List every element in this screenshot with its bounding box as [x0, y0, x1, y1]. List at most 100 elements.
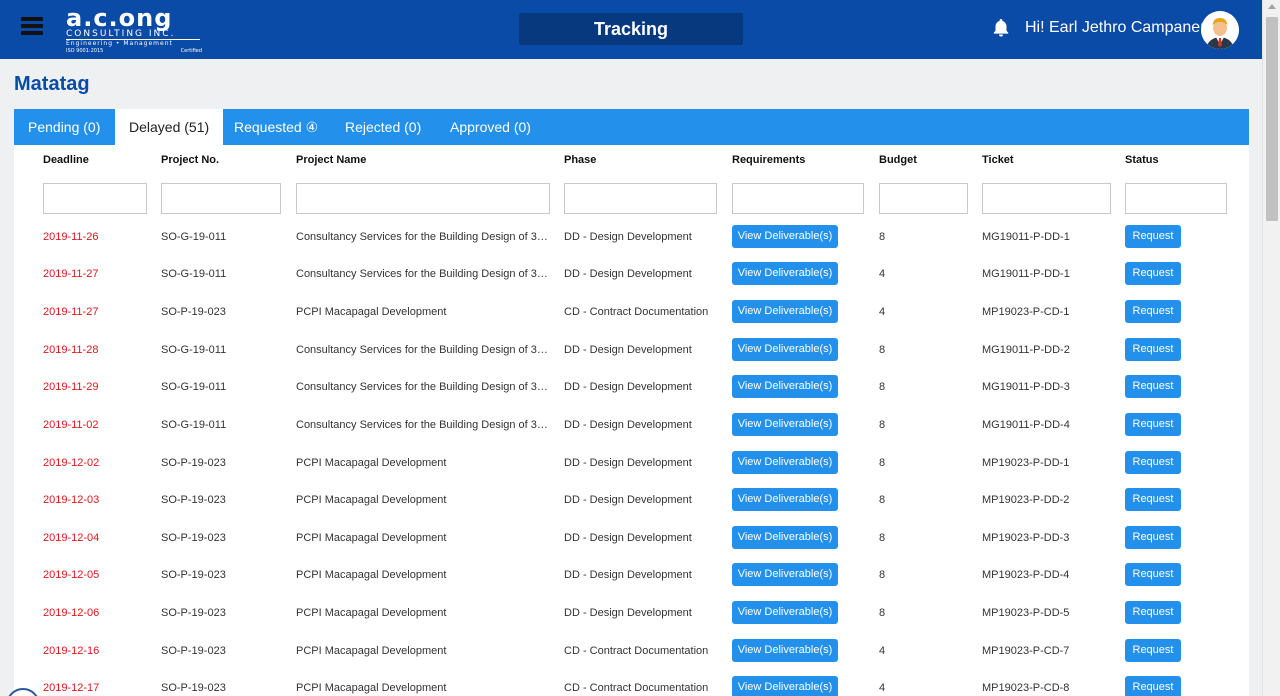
logo-line2: CONSULTING INC. [66, 29, 200, 40]
col-header-deadline[interactable]: Deadline [43, 154, 89, 166]
logo-line1: a.c.ong [66, 4, 173, 32]
request-button[interactable]: Request [1125, 451, 1181, 474]
row-ticket: MP19023-P-DD-5 [982, 607, 1070, 619]
row-ticket: MP19023-P-CD-8 [982, 682, 1070, 694]
tab-delayed[interactable]: Delayed (51) [115, 109, 224, 145]
row-ticket: MP19023-P-DD-3 [982, 532, 1070, 544]
page-title-pill: Tracking [519, 13, 743, 45]
view-deliverables-button[interactable]: View Deliverable(s) [732, 375, 838, 398]
row-project-name: PCPI Macapagal Development [296, 494, 447, 506]
col-header-project-name[interactable]: Project Name [296, 154, 366, 166]
request-button[interactable]: Request [1125, 262, 1181, 285]
view-deliverables-button[interactable]: View Deliverable(s) [732, 338, 838, 361]
request-button[interactable]: Request [1125, 413, 1181, 436]
row-project-no: SO-P-19-023 [161, 457, 226, 469]
col-header-project-no[interactable]: Project No. [161, 154, 219, 166]
row-budget: 8 [879, 419, 886, 431]
filter-project-name-input[interactable] [296, 183, 550, 214]
view-deliverables-button[interactable]: View Deliverable(s) [732, 526, 838, 549]
tab-rejected[interactable]: Rejected (0) [331, 109, 435, 145]
row-budget: 4 [879, 306, 886, 318]
scroll-up-arrow-icon[interactable] [1268, 4, 1276, 9]
view-deliverables-button[interactable]: View Deliverable(s) [732, 225, 838, 248]
view-deliverables-button[interactable]: View Deliverable(s) [732, 676, 838, 696]
logo-certified: Certified [180, 48, 202, 54]
row-budget: 8 [879, 344, 886, 356]
row-ticket: MG19011-P-DD-1 [982, 231, 1070, 243]
row-project-no: SO-P-19-023 [161, 569, 226, 581]
row-budget: 8 [879, 457, 886, 469]
user-greeting[interactable]: Hi! Earl Jethro Campaner [1025, 18, 1206, 38]
row-deadline: 2019-12-05 [43, 569, 100, 581]
request-button[interactable]: Request [1125, 225, 1181, 248]
row-deadline: 2019-11-26 [43, 231, 99, 243]
vertical-scrollbar[interactable] [1262, 0, 1280, 696]
col-header-requirements[interactable]: Requirements [732, 154, 805, 166]
row-project-no: SO-P-19-023 [161, 607, 226, 619]
view-deliverables-button[interactable]: View Deliverable(s) [732, 488, 838, 511]
row-phase: DD - Design Development [564, 344, 692, 356]
row-budget: 8 [879, 569, 886, 581]
view-deliverables-button[interactable]: View Deliverable(s) [732, 639, 838, 662]
row-project-no: SO-P-19-023 [161, 532, 226, 544]
row-phase: CD - Contract Documentation [564, 645, 709, 657]
request-button[interactable]: Request [1125, 300, 1181, 323]
col-header-budget[interactable]: Budget [879, 154, 917, 166]
tab-pending[interactable]: Pending (0) [14, 109, 114, 145]
bell-icon[interactable] [992, 18, 1010, 38]
filter-status-input[interactable] [1125, 183, 1227, 214]
view-deliverables-button[interactable]: View Deliverable(s) [732, 563, 838, 586]
row-deadline: 2019-11-27 [43, 306, 99, 318]
request-button[interactable]: Request [1125, 526, 1181, 549]
row-deadline: 2019-12-06 [43, 607, 100, 619]
row-phase: DD - Design Development [564, 494, 692, 506]
request-button[interactable]: Request [1125, 601, 1181, 624]
row-phase: DD - Design Development [564, 231, 692, 243]
top-bar: a.c.ong CONSULTING INC. Engineering • Ma… [0, 0, 1262, 59]
view-deliverables-button[interactable]: View Deliverable(s) [732, 413, 838, 436]
request-button[interactable]: Request [1125, 375, 1181, 398]
row-project-name: PCPI Macapagal Development [296, 306, 447, 318]
row-deadline: 2019-12-02 [43, 457, 100, 469]
view-deliverables-button[interactable]: View Deliverable(s) [732, 300, 838, 323]
row-ticket: MP19023-P-DD-4 [982, 569, 1070, 581]
filter-ticket-input[interactable] [982, 183, 1111, 214]
view-deliverables-button[interactable]: View Deliverable(s) [732, 451, 838, 474]
request-button[interactable]: Request [1125, 488, 1181, 511]
row-project-no: SO-G-19-011 [161, 381, 227, 393]
col-header-status[interactable]: Status [1125, 154, 1159, 166]
filter-requirements-input[interactable] [732, 183, 864, 214]
row-budget: 8 [879, 532, 886, 544]
request-button[interactable]: Request [1125, 639, 1181, 662]
row-project-name: PCPI Macapagal Development [296, 532, 447, 544]
scroll-thumb[interactable] [1266, 17, 1278, 221]
status-tabs: Pending (0) Delayed (51) Requested ④ Rej… [14, 109, 1249, 145]
row-project-name: PCPI Macapagal Development [296, 607, 447, 619]
filter-project-no-input[interactable] [161, 183, 281, 214]
request-button[interactable]: Request [1125, 563, 1181, 586]
row-project-name: Consultancy Services for the Building De… [296, 231, 548, 243]
row-project-name: PCPI Macapagal Development [296, 682, 447, 694]
row-ticket: MP19023-P-DD-1 [982, 457, 1070, 469]
request-button[interactable]: Request [1125, 338, 1181, 361]
hamburger-menu-icon[interactable] [21, 17, 43, 37]
row-project-no: SO-P-19-023 [161, 645, 226, 657]
user-avatar[interactable] [1201, 11, 1239, 49]
company-logo[interactable]: a.c.ong CONSULTING INC. Engineering • Ma… [66, 4, 202, 54]
filter-phase-input[interactable] [564, 183, 717, 214]
page-heading: Matatag [14, 73, 90, 95]
tab-requested[interactable]: Requested ④ [220, 109, 332, 145]
row-project-name: PCPI Macapagal Development [296, 645, 447, 657]
row-deadline: 2019-12-16 [43, 645, 100, 657]
view-deliverables-button[interactable]: View Deliverable(s) [732, 262, 838, 285]
col-header-phase[interactable]: Phase [564, 154, 596, 166]
logo-line4: ISO 9001:2015 Certified [66, 48, 202, 54]
tab-approved[interactable]: Approved (0) [436, 109, 545, 145]
filter-deadline-input[interactable] [43, 183, 147, 214]
row-phase: CD - Contract Documentation [564, 306, 709, 318]
filter-budget-input[interactable] [879, 183, 968, 214]
col-header-ticket[interactable]: Ticket [982, 154, 1014, 166]
view-deliverables-button[interactable]: View Deliverable(s) [732, 601, 838, 624]
row-project-no: SO-G-19-011 [161, 268, 227, 280]
request-button[interactable]: Request [1125, 676, 1181, 696]
